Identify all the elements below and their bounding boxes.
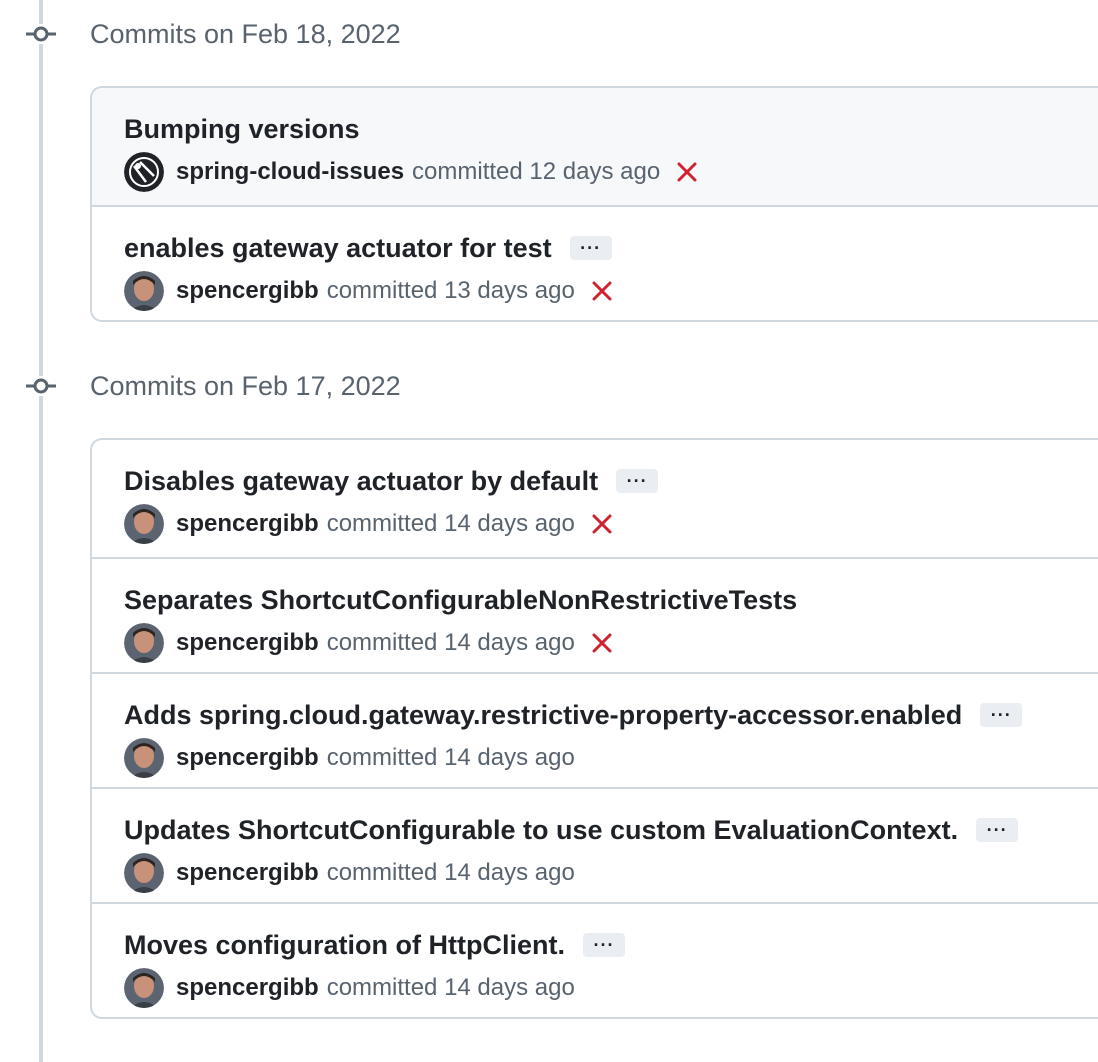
ellipsis-button[interactable]: ···: [616, 469, 659, 493]
commit-group-date: Commits on Feb 17, 2022: [90, 371, 401, 401]
commit-title-link[interactable]: Bumping versions: [124, 109, 360, 149]
commit-author-link[interactable]: spencergibb: [176, 277, 319, 305]
commit-group-date: Commits on Feb 18, 2022: [90, 19, 401, 49]
commit-group: Commits on Feb 17, 2022 Disables gateway…: [0, 352, 1098, 1019]
commit-timeline: Commits on Feb 18, 2022 Bumping versions: [0, 0, 1098, 1062]
commit-time: committed 14 days ago: [326, 744, 575, 771]
x-icon[interactable]: [591, 632, 613, 654]
commit-time: committed 14 days ago: [326, 629, 575, 656]
ellipsis-button[interactable]: ···: [980, 703, 1023, 727]
commit-time: committed 13 days ago: [326, 277, 575, 304]
commit-time: committed 14 days ago: [326, 510, 575, 537]
commit-list: Bumping versions spring-cloud-issues com…: [90, 86, 1098, 322]
avatar[interactable]: [124, 152, 164, 192]
x-icon[interactable]: [591, 513, 613, 535]
commit-row[interactable]: Moves configuration of HttpClient. ··· s…: [92, 902, 1098, 1017]
commit-author-link[interactable]: spencergibb: [176, 629, 319, 657]
commit-author-link[interactable]: spencergibb: [176, 510, 319, 538]
commit-row[interactable]: Separates ShortcutConfigurableNonRestric…: [92, 557, 1098, 672]
commit-time: committed 12 days ago: [412, 158, 661, 185]
avatar[interactable]: [124, 853, 164, 893]
ellipsis-button[interactable]: ···: [976, 818, 1019, 842]
commit-time: committed 14 days ago: [326, 859, 575, 886]
commit-title-link[interactable]: Disables gateway actuator by default: [124, 461, 598, 501]
commit-list: Disables gateway actuator by default ···…: [90, 438, 1098, 1019]
avatar[interactable]: [124, 738, 164, 778]
commit-row[interactable]: Adds spring.cloud.gateway.restrictive-pr…: [92, 672, 1098, 787]
avatar[interactable]: [124, 623, 164, 663]
commit-title-link[interactable]: Separates ShortcutConfigurableNonRestric…: [124, 580, 797, 620]
x-icon[interactable]: [676, 161, 698, 183]
avatar[interactable]: [124, 968, 164, 1008]
avatar[interactable]: [124, 504, 164, 544]
ellipsis-button[interactable]: ···: [582, 933, 625, 957]
commit-author-link[interactable]: spencergibb: [176, 859, 319, 887]
commit-row[interactable]: enables gateway actuator for test ··· sp…: [92, 205, 1098, 320]
git-commit-icon: [26, 376, 56, 396]
git-commit-icon: [26, 24, 56, 44]
commit-author-link[interactable]: spencergibb: [176, 974, 319, 1002]
commit-group-header: Commits on Feb 18, 2022: [0, 0, 1098, 86]
commit-author-link[interactable]: spencergibb: [176, 744, 319, 772]
commit-title-link[interactable]: Moves configuration of HttpClient.: [124, 925, 565, 965]
commit-row[interactable]: Updates ShortcutConfigurable to use cust…: [92, 787, 1098, 902]
commit-author-link[interactable]: spring-cloud-issues: [176, 158, 404, 186]
commit-row[interactable]: Disables gateway actuator by default ···…: [92, 440, 1098, 557]
x-icon[interactable]: [591, 280, 613, 302]
commit-title-link[interactable]: Adds spring.cloud.gateway.restrictive-pr…: [124, 695, 962, 735]
ellipsis-button[interactable]: ···: [569, 236, 612, 260]
commit-title-link[interactable]: Updates ShortcutConfigurable to use cust…: [124, 810, 958, 850]
commit-group: Commits on Feb 18, 2022 Bumping versions: [0, 0, 1098, 322]
commit-row[interactable]: Bumping versions spring-cloud-issues com…: [92, 88, 1098, 205]
commit-group-header: Commits on Feb 17, 2022: [0, 352, 1098, 438]
commit-time: committed 14 days ago: [326, 974, 575, 1001]
commit-title-link[interactable]: enables gateway actuator for test: [124, 228, 552, 268]
avatar[interactable]: [124, 271, 164, 311]
